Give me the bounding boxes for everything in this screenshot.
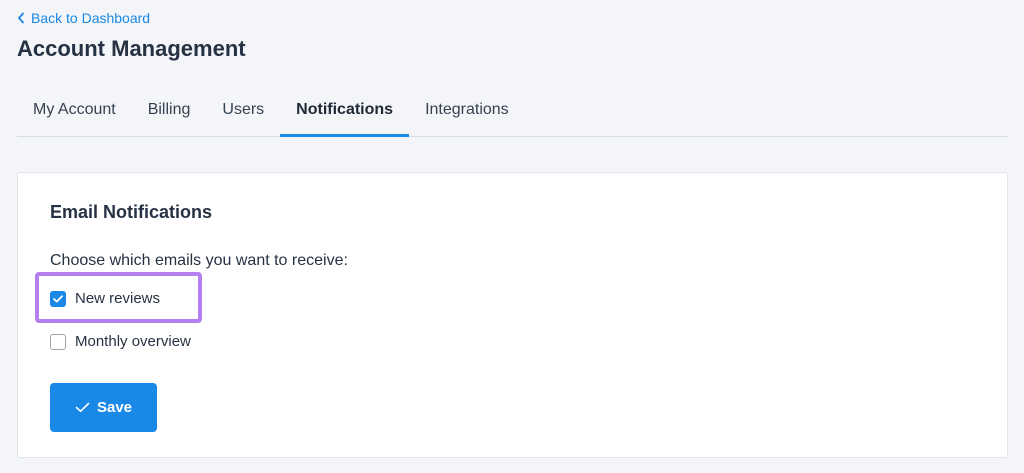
tab-bar: My Account Billing Users Notifications I… (17, 84, 1008, 137)
tab-my-account[interactable]: My Account (17, 84, 132, 136)
new-reviews-checkbox[interactable] (50, 290, 66, 307)
monthly-overview-option[interactable]: Monthly overview (50, 333, 191, 350)
page-title: Account Management (17, 36, 246, 61)
monthly-overview-checkbox[interactable] (50, 333, 66, 350)
tab-notifications[interactable]: Notifications (280, 84, 409, 137)
card-title: Email Notifications (50, 202, 213, 222)
back-to-dashboard-link[interactable]: Back to Dashboard (17, 10, 150, 26)
save-button-label: Save (96, 399, 133, 416)
tab-integrations[interactable]: Integrations (409, 84, 525, 136)
new-reviews-label: New reviews (75, 290, 161, 307)
tab-billing[interactable]: Billing (132, 84, 207, 136)
email-notifications-card: Email Notifications Choose which emails … (17, 172, 1008, 458)
card-description: Choose which emails you want to receive: (50, 252, 348, 269)
tab-users[interactable]: Users (206, 84, 280, 136)
back-link-label: Back to Dashboard (31, 10, 151, 26)
checkmark-icon (53, 294, 63, 302)
check-icon (75, 402, 90, 413)
monthly-overview-label: Monthly overview (75, 333, 191, 350)
new-reviews-option[interactable]: New reviews (50, 290, 160, 307)
chevron-left-icon (17, 12, 25, 24)
save-button[interactable]: Save (50, 383, 157, 432)
